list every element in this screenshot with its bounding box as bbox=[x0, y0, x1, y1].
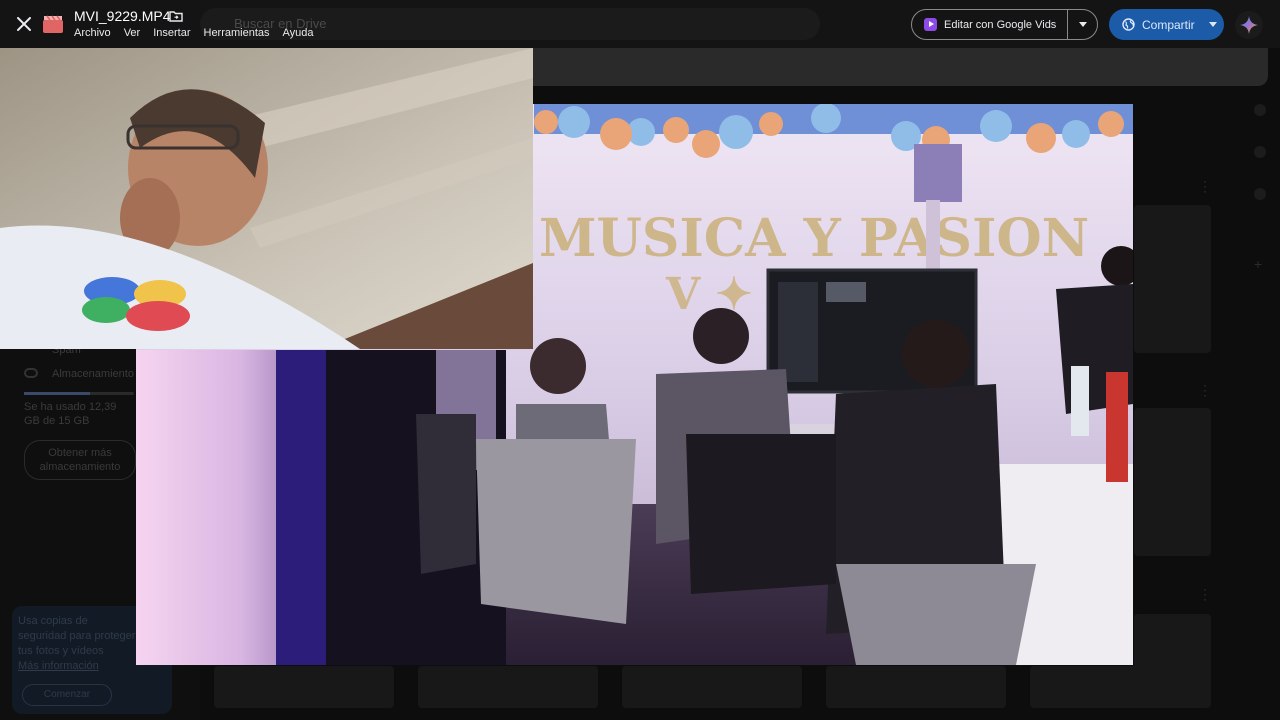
file-name: MVI_9229.MP4 bbox=[74, 8, 171, 24]
file-tile bbox=[622, 666, 802, 708]
webcam-overlay[interactable] bbox=[0, 48, 533, 349]
file-tile bbox=[1030, 666, 1210, 708]
chevron-down-icon bbox=[1208, 22, 1217, 27]
drive-video-viewer: Buscar en Drive Spam Almacenamiento Se h… bbox=[0, 0, 1280, 720]
file-tile bbox=[1134, 408, 1211, 556]
google-vids-icon bbox=[924, 18, 937, 31]
gemini-sparkle-icon bbox=[1240, 16, 1258, 34]
edit-with-vids-button[interactable]: Editar con Google Vids bbox=[912, 10, 1068, 39]
menu-herramientas[interactable]: Herramientas bbox=[204, 27, 270, 39]
move-to-folder-icon[interactable] bbox=[169, 9, 183, 23]
callout-link: Más información bbox=[18, 660, 99, 672]
callout-button: Comenzar bbox=[22, 684, 112, 706]
share-button-group: Compartir bbox=[1109, 9, 1224, 40]
file-tile bbox=[214, 666, 394, 708]
chevron-down-icon bbox=[1078, 22, 1087, 27]
share-button[interactable]: Compartir bbox=[1109, 9, 1201, 40]
more-vert-icon: ⋮ bbox=[1198, 178, 1212, 194]
file-tile bbox=[826, 666, 1006, 708]
svg-text:MUSICA Y PASION: MUSICA Y PASION bbox=[539, 208, 1089, 269]
viewer-header: MVI_9229.MP4 Archivo Ver Insertar Herram… bbox=[0, 0, 1280, 48]
keep-icon bbox=[1254, 146, 1266, 158]
menu-insertar[interactable]: Insertar bbox=[153, 27, 190, 39]
callout-text: Usa copias de seguridad para proteger tu… bbox=[18, 615, 136, 657]
file-tile bbox=[1134, 205, 1211, 353]
close-icon bbox=[17, 17, 31, 31]
storage-usage-text: Se ha usado 12,39 GB de 15 GB bbox=[24, 401, 117, 427]
get-more-storage-button: Obtener más almacenamiento bbox=[24, 440, 136, 480]
close-button[interactable] bbox=[12, 12, 36, 36]
gemini-button[interactable] bbox=[1235, 11, 1263, 39]
file-tile bbox=[418, 666, 598, 708]
menu-ayuda[interactable]: Ayuda bbox=[283, 27, 314, 39]
webcam-frame bbox=[0, 48, 533, 349]
cloud-icon bbox=[24, 368, 38, 378]
add-icon: + bbox=[1254, 256, 1263, 272]
share-globe-icon bbox=[1122, 18, 1135, 31]
more-vert-icon: ⋮ bbox=[1198, 586, 1212, 602]
sidebar-item-storage: Almacenamiento bbox=[52, 368, 134, 380]
share-label: Compartir bbox=[1142, 17, 1195, 32]
video-file-icon bbox=[43, 15, 63, 33]
menu-archivo[interactable]: Archivo bbox=[74, 27, 111, 39]
menu-bar: Archivo Ver Insertar Herramientas Ayuda bbox=[74, 27, 327, 39]
side-panel-rail bbox=[1240, 86, 1280, 720]
calendar-icon bbox=[1254, 104, 1266, 116]
menu-ver[interactable]: Ver bbox=[124, 27, 141, 39]
share-dropdown-button[interactable] bbox=[1201, 9, 1224, 40]
vids-dropdown-button[interactable] bbox=[1068, 10, 1097, 39]
contacts-icon bbox=[1254, 188, 1266, 200]
storage-bar bbox=[24, 392, 134, 395]
more-vert-icon: ⋮ bbox=[1198, 382, 1212, 398]
edit-with-vids-button-group: Editar con Google Vids bbox=[911, 9, 1098, 40]
edit-with-vids-label: Editar con Google Vids bbox=[944, 18, 1057, 31]
